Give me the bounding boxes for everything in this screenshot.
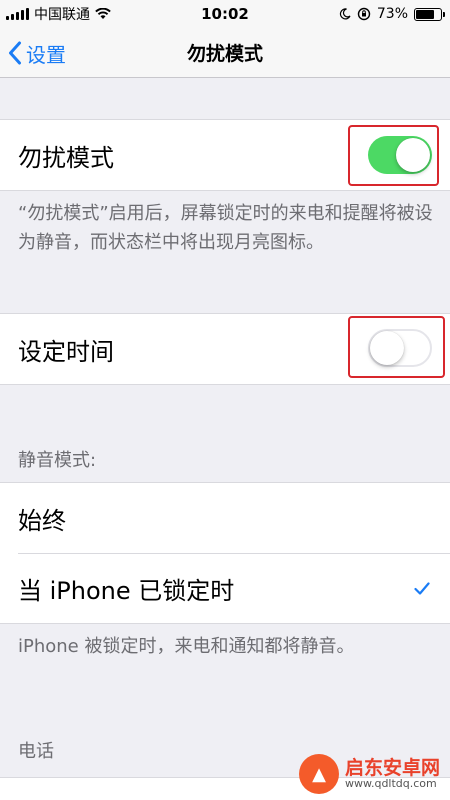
watermark-text: 启东安卓网 www.qdltdq.com (344, 756, 440, 791)
checkmark-icon (414, 581, 430, 595)
status-bar: 中国联通 10:02 73% (0, 0, 450, 28)
chevron-left-icon (9, 41, 21, 65)
watermark: ▲ 启东安卓网 www.qdltdq.com (298, 754, 440, 794)
watermark-title: 启东安卓网 (344, 756, 440, 779)
status-left: 中国联通 (6, 4, 111, 24)
page-title: 勿扰模式 (186, 43, 263, 65)
watermark-logo-icon: ▲ (298, 754, 339, 794)
silence-option-always[interactable]: 始终 (0, 483, 450, 553)
silence-option-locked[interactable]: 当 iPhone 已锁定时 (0, 553, 450, 623)
scheduled-toggle[interactable] (368, 329, 432, 367)
silence-footer: iPhone 被锁定时，来电和通知都将静音。 (18, 636, 355, 657)
dnd-toggle[interactable] (368, 136, 432, 174)
carrier-name: 中国联通 (34, 7, 90, 23)
silence-option-label: 始终 (18, 506, 66, 535)
silence-options-group: 始终 当 iPhone 已锁定时 (0, 482, 450, 624)
scheduled-toggle-knob (370, 331, 404, 365)
silence-header: 静音模式: (18, 450, 97, 471)
battery-fill (416, 9, 434, 19)
silence-option-label: 当 iPhone 已锁定时 (18, 576, 235, 605)
back-button[interactable]: 设置 (8, 28, 66, 78)
phone-header: 电话 (18, 741, 54, 762)
wifi-icon (95, 8, 111, 19)
status-right: 73% (339, 6, 445, 22)
rotation-lock-icon (357, 7, 371, 21)
battery-icon (414, 7, 445, 21)
battery-percent: 73% (376, 6, 408, 22)
watermark-url: www.qdltdq.com (344, 777, 437, 791)
signal-icon (6, 8, 29, 20)
navigation-bar: 设置 勿扰模式 (0, 28, 450, 78)
back-label: 设置 (26, 42, 66, 67)
dnd-description: “勿扰模式”启用后，屏幕锁定时的来电和提醒将被设为静音，而状态栏中将出现月亮图标… (18, 203, 433, 253)
dnd-toggle-knob (396, 138, 430, 172)
moon-icon (339, 8, 351, 20)
